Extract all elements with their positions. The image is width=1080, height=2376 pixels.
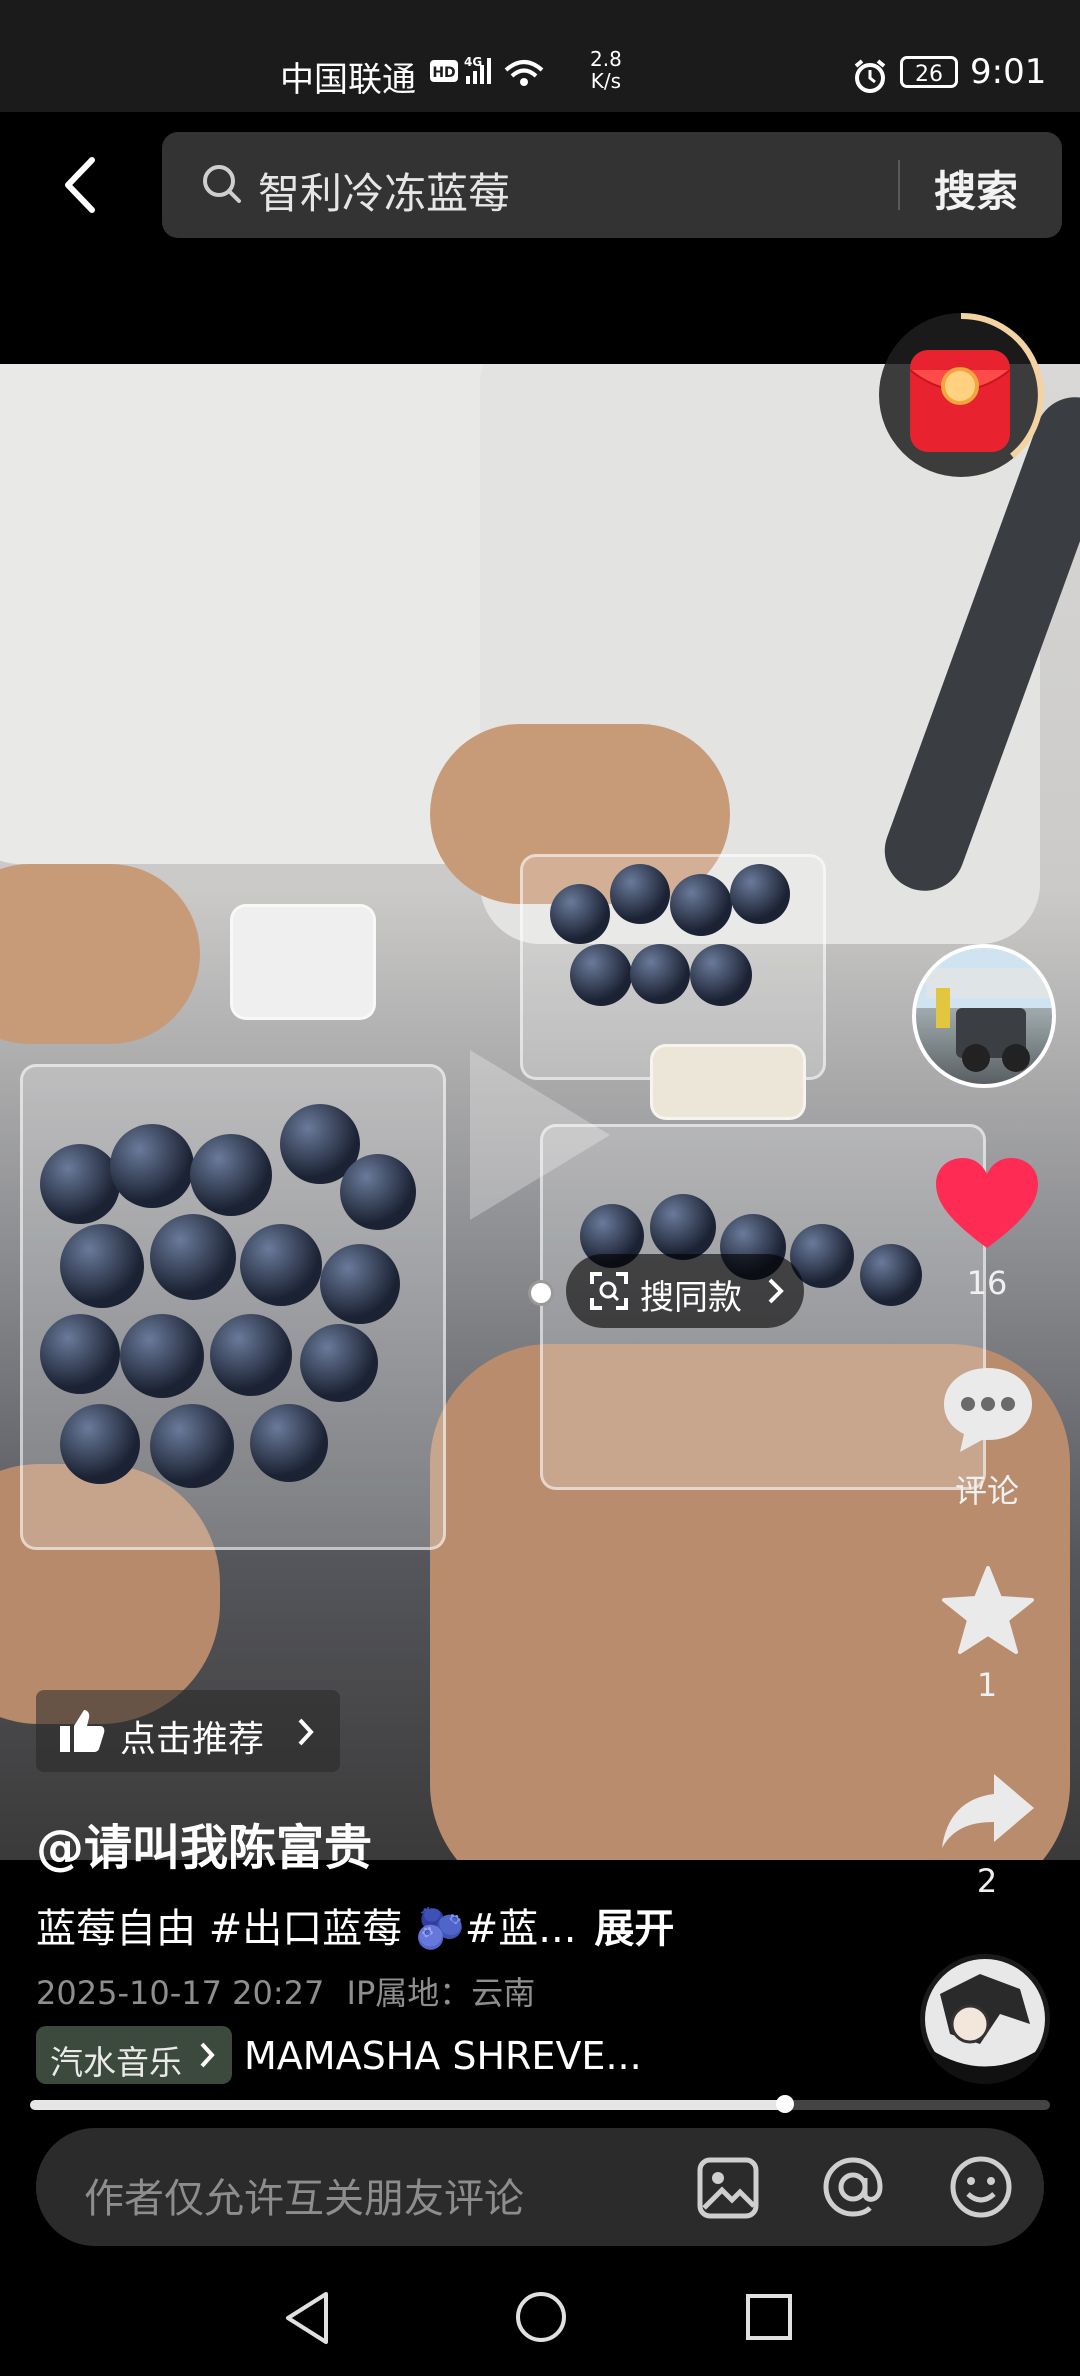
nav-recents-icon[interactable] (744, 2292, 794, 2346)
comment-button[interactable] (938, 1360, 1038, 1460)
share-count: 2 (976, 1862, 998, 1900)
red-packet-button[interactable] (876, 310, 1046, 480)
back-button[interactable] (52, 150, 112, 220)
speed-value: 2.8 (590, 47, 622, 71)
blueberry (630, 944, 690, 1004)
label-card-left (230, 904, 376, 1020)
blueberry (150, 1404, 234, 1488)
recommend-label: 点击推荐 (120, 1719, 265, 1760)
emoji-icon[interactable] (948, 2154, 1014, 2224)
expand-button[interactable]: 展开 (594, 1906, 674, 1952)
product-anchor-dot (528, 1280, 554, 1306)
blueberry (860, 1244, 922, 1306)
status-bar: 中国联通 HD 4G 2.8 K/s 26 9:01 (0, 0, 1080, 112)
blueberry (340, 1154, 416, 1230)
network-speed: 2.8 K/s (590, 48, 622, 92)
search-same-label: 搜同款 (640, 1278, 742, 1318)
blueberry (300, 1324, 378, 1402)
video-progress-knob[interactable] (775, 2095, 794, 2113)
image-icon[interactable] (696, 2156, 760, 2224)
search-query[interactable]: 智利冷冻蓝莓 (258, 160, 510, 221)
alarm-icon (852, 58, 888, 98)
scan-icon (590, 1272, 628, 1314)
like-button[interactable] (932, 1156, 1042, 1256)
blueberry (240, 1224, 322, 1306)
author-name[interactable]: @请叫我陈富贵 (36, 1808, 372, 1878)
like-count: 16 (966, 1264, 1008, 1302)
nav-back-icon[interactable] (282, 2290, 332, 2350)
blueberry (650, 1194, 716, 1260)
caption-text: 蓝莓自由 #出口蓝莓 🫐#蓝... (36, 1906, 577, 1952)
blueberry (670, 874, 732, 936)
play-icon[interactable] (460, 1040, 620, 1234)
share-arrow-icon (942, 1774, 1034, 1848)
battery-indicator: 26 (900, 56, 958, 88)
blueberry (610, 864, 670, 924)
share-button[interactable] (938, 1762, 1038, 1862)
nav-home-icon[interactable] (514, 2290, 568, 2348)
music-disc[interactable] (920, 1954, 1050, 2084)
blueberry (150, 1214, 236, 1300)
music-title[interactable]: MAMASHA SHREVE... (244, 2034, 642, 2078)
blueberry (690, 944, 752, 1006)
blueberry (120, 1314, 204, 1398)
carrier-name: 中国联通 (280, 60, 416, 100)
signal-wifi-icon: HD 4G (430, 55, 544, 86)
search-button[interactable]: 搜索 (934, 158, 1018, 219)
blueberry (60, 1404, 140, 1484)
favorite-button[interactable] (938, 1562, 1038, 1662)
comment-icon (944, 1368, 1032, 1452)
post-date: 2025-10-17 20:27 (36, 1974, 325, 2012)
music-app-label: 汽水音乐 (50, 2043, 182, 2082)
search-icon (200, 162, 244, 210)
video-caption[interactable]: 蓝莓自由 #出口蓝莓 🫐#蓝... 展开 (36, 1896, 674, 1954)
label-card (650, 1044, 806, 1120)
blueberry (60, 1224, 144, 1308)
favorite-count: 1 (976, 1666, 998, 1704)
thumbs-up-icon (58, 1708, 106, 1758)
back-arrow-icon (65, 157, 95, 213)
chevron-right-icon (198, 2040, 216, 2074)
blueberry (320, 1244, 400, 1324)
chevron-right-icon (766, 1276, 786, 1310)
svg-text:4G: 4G (464, 55, 482, 69)
star-icon (942, 1566, 1034, 1654)
blueberry (570, 944, 632, 1006)
video-progress-fill (30, 2100, 785, 2110)
comment-input[interactable]: 作者仅允许互关朋友评论 (84, 2166, 524, 2224)
svg-text:HD: HD (432, 65, 455, 81)
blueberry (110, 1124, 194, 1208)
blueberry (40, 1314, 120, 1394)
search-divider (898, 160, 900, 210)
blueberry (210, 1314, 292, 1396)
blueberry (550, 884, 610, 944)
blueberry (250, 1404, 328, 1482)
post-meta: 2025-10-17 20:27 IP属地：云南 (36, 1968, 535, 2014)
comment-label: 评论 (954, 1472, 1019, 1510)
clock: 9:01 (970, 52, 1047, 92)
chevron-right-icon (296, 1716, 316, 1752)
blueberry (40, 1144, 120, 1224)
blueberry (190, 1134, 272, 1216)
blueberry (730, 864, 790, 924)
network-indicator: HD 4G (430, 52, 570, 94)
ip-location: IP属地：云南 (346, 1974, 536, 2012)
hand-left (0, 864, 200, 1044)
heart-icon (936, 1158, 1038, 1248)
speed-unit: K/s (590, 69, 622, 93)
mention-icon[interactable] (820, 2154, 886, 2224)
author-avatar[interactable] (912, 944, 1056, 1088)
